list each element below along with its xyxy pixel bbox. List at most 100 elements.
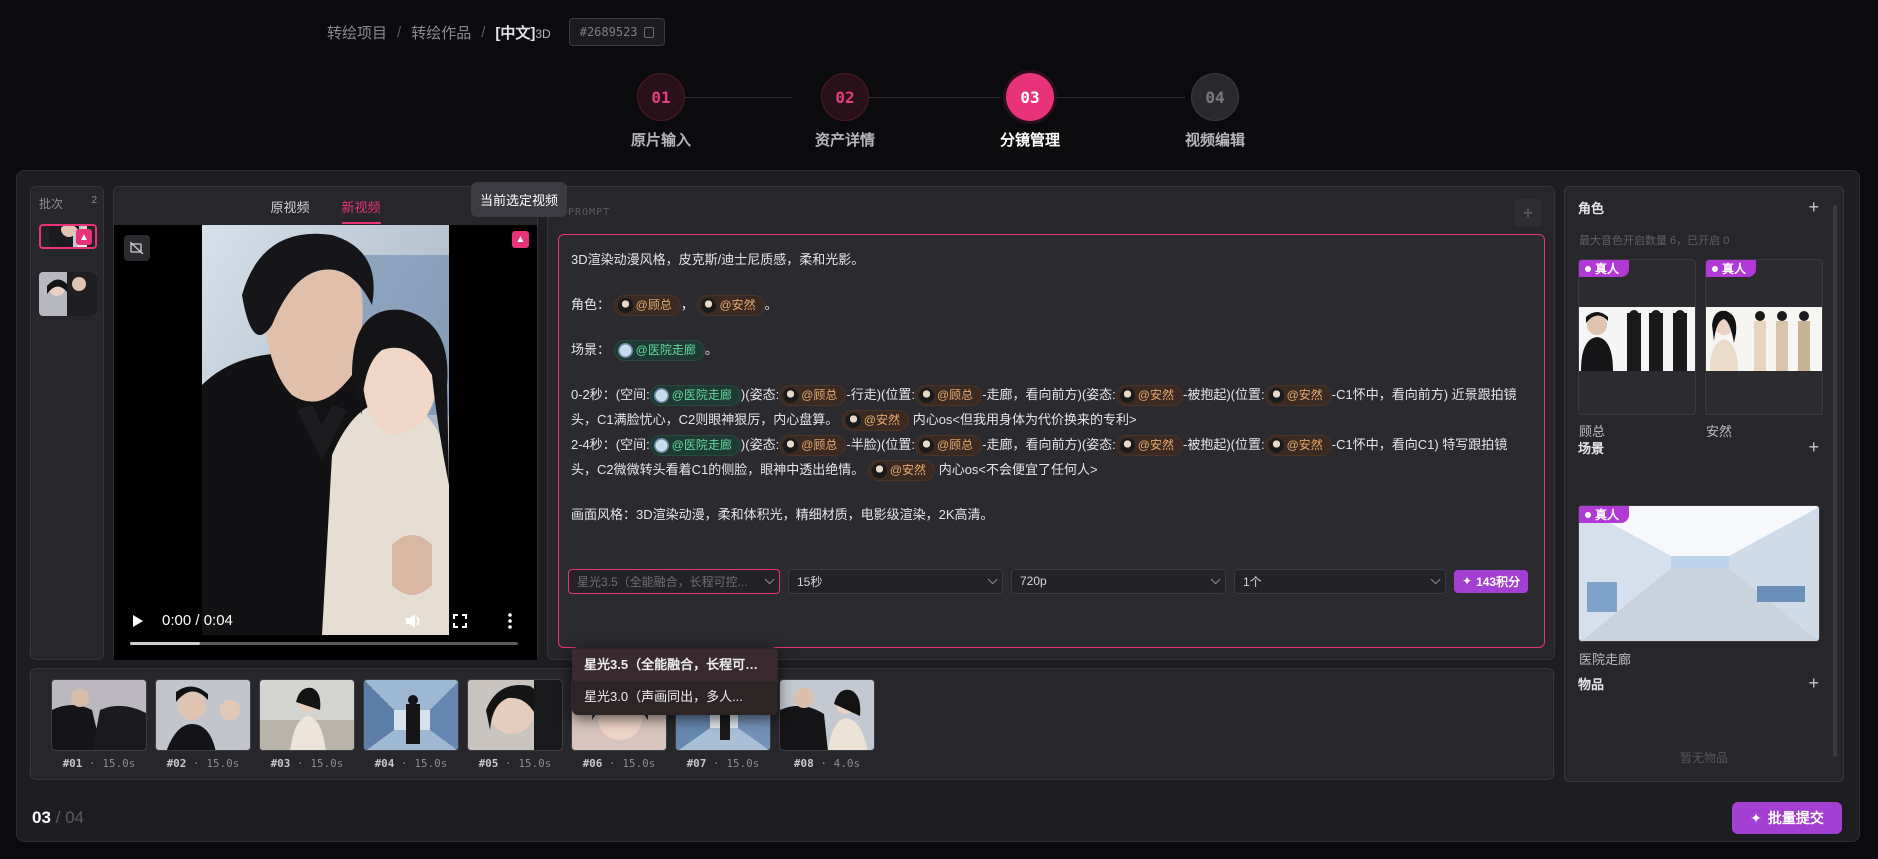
pin-icon[interactable]: ▲ (76, 229, 92, 245)
step-1[interactable]: 01 原片输入 (596, 73, 726, 150)
model-dropdown: 星光3.5（全能融合，长程可控... 星光3.0（声画同出，多人... (572, 647, 778, 715)
role-image (1706, 307, 1822, 371)
prompt-label: PROMPT (568, 207, 611, 218)
add-role-button[interactable]: + (1808, 197, 1819, 218)
prompt-text: 3D渲染动漫风格，皮克斯/迪士尼质感，柔和光影。 角色： @顾总， @安然。 场… (571, 247, 1532, 527)
shot-label: #04 · 15.0s (374, 757, 448, 770)
magic-wand-icon: ✦ (1462, 574, 1473, 588)
real-person-badge: 真人 (1706, 260, 1757, 277)
character-chip[interactable]: @顾总 (779, 435, 847, 457)
step-2[interactable]: 02 资产详情 (780, 73, 910, 150)
real-person-badge: 真人 (1579, 260, 1630, 277)
character-chip[interactable]: @顾总 (779, 385, 847, 407)
scene-chip[interactable]: @医院走廊 (613, 340, 705, 362)
copy-icon[interactable] (643, 26, 654, 38)
batch-label: 批次 (39, 197, 64, 211)
prompt-line-scene: 场景： @医院走廊。 (571, 337, 1532, 362)
character-chip[interactable]: @安然 (867, 460, 936, 482)
scene-card-hospital[interactable]: 真人 (1578, 505, 1820, 642)
shot-thumb-5[interactable] (467, 679, 563, 751)
step-label: 视频编辑 (1184, 132, 1245, 149)
step-number: 03 (1006, 73, 1054, 121)
video-player[interactable]: ▲ 0:00 / 0:04 (114, 225, 537, 660)
prompt-line-style: 3D渲染动漫风格，皮克斯/迪士尼质感，柔和光影。 (571, 252, 865, 267)
character-chip[interactable]: @安然 (1115, 385, 1183, 407)
scrollbar[interactable] (1833, 205, 1837, 757)
character-chip[interactable]: @安然 (1115, 435, 1183, 457)
role-card-an[interactable]: 真人 (1705, 259, 1823, 415)
role-card-gu[interactable]: 真人 (1578, 259, 1696, 415)
shot-thumb-4[interactable] (363, 679, 459, 751)
character-chip[interactable]: @安然 (841, 410, 910, 432)
tab-original-video[interactable]: 原视频 (270, 197, 309, 224)
shot-thumb-2[interactable] (155, 679, 251, 751)
step-3[interactable]: 03 分镜管理 (965, 73, 1095, 150)
shot-label: #05 · 15.0s (478, 757, 552, 770)
count-select[interactable]: 1个 (1234, 568, 1446, 594)
scene-chip[interactable]: @医院走廊 (649, 435, 741, 457)
shot-label: #07 · 15.0s (686, 757, 760, 770)
prompt-panel: PROMPT + 3D渲染动漫风格，皮克斯/迪士尼质感，柔和光影。 角色： @顾… (547, 186, 1555, 660)
add-item-button[interactable]: + (1808, 673, 1819, 694)
model-select[interactable]: 星光3.5（全能融合，长程可控... (568, 568, 780, 594)
breadcrumb-current: [中文]3D (495, 24, 551, 42)
add-scene-button[interactable]: + (1808, 437, 1819, 458)
generation-toolbar: 星光3.5（全能融合，长程可控... 15秒 720p 1个 ✦ 143积分 (558, 562, 1545, 600)
breadcrumb-separator: / (397, 23, 402, 41)
more-options-icon[interactable] (508, 613, 512, 629)
character-chip[interactable]: @安然 (1264, 435, 1332, 457)
avatar (617, 343, 633, 359)
shot-thumb-8[interactable] (779, 679, 875, 751)
scene-image (1579, 506, 1819, 641)
step-4[interactable]: 04 视频编辑 (1150, 73, 1280, 150)
camera-off-icon[interactable] (124, 235, 150, 261)
character-chip[interactable]: @安然 (697, 295, 765, 317)
play-icon[interactable] (132, 614, 144, 628)
batch-count: 2 (91, 195, 97, 206)
video-progress-bar[interactable] (130, 642, 518, 645)
breadcrumb-link-works[interactable]: 转绘作品 (411, 22, 471, 43)
video-panel: 原视频 新视频 ▲ 0:00 / 0:04 (113, 186, 538, 660)
chevron-down-icon (1210, 573, 1221, 584)
character-chip[interactable]: @顾总 (613, 295, 681, 317)
chevron-down-icon (1430, 573, 1441, 584)
step-number: 04 (1191, 73, 1239, 121)
batch-panel: 批次 2 ▲ (30, 186, 104, 660)
chevron-down-icon (764, 573, 775, 584)
pin-icon[interactable]: ▲ (512, 231, 529, 248)
selected-video-tooltip: 当前选定视频 (471, 182, 568, 217)
batch-submit-button[interactable]: ✦ 批量提交 (1732, 802, 1842, 834)
shot-thumb-3[interactable] (259, 679, 355, 751)
tab-new-video[interactable]: 新视频 (341, 197, 381, 224)
generate-credits-button[interactable]: ✦ 143积分 (1454, 569, 1529, 593)
shot-label: #02 · 15.0s (166, 757, 240, 770)
batch-thumb-2[interactable] (39, 272, 97, 316)
fullscreen-icon[interactable] (453, 614, 467, 628)
page-indicator: 03 / 04 (32, 808, 85, 827)
scene-name: 医院走廊 (1579, 652, 1632, 667)
shot-filmstrip: #01 · 15.0s #02 · 15.0s #03 · 15.0s #04 … (30, 668, 1554, 780)
model-option[interactable]: 星光3.0（声画同出，多人... (572, 681, 778, 713)
video-time: 0:00 / 0:04 (162, 612, 233, 629)
project-id-tag[interactable]: #2689523 (568, 18, 665, 46)
resolution-select[interactable]: 720p (1011, 568, 1226, 594)
avatar (701, 298, 717, 314)
model-option[interactable]: 星光3.5（全能融合，长程可控... (572, 649, 778, 681)
batch-thumb-image (39, 272, 97, 316)
character-chip[interactable]: @顾总 (915, 385, 983, 407)
character-chip[interactable]: @顾总 (915, 435, 983, 457)
add-icon[interactable]: + (1514, 199, 1542, 227)
batch-thumb-1[interactable]: ▲ (39, 224, 97, 249)
duration-select[interactable]: 15秒 (788, 568, 1003, 594)
breadcrumb-link-projects[interactable]: 转绘项目 (327, 22, 387, 43)
video-frame (202, 225, 449, 635)
volume-icon[interactable] (405, 613, 422, 629)
step-label: 分镜管理 (999, 132, 1060, 149)
prompt-line-roles: 角色： @顾总， @安然。 (571, 292, 1532, 317)
shot-label: #01 · 15.0s (62, 757, 136, 770)
shot-label: #03 · 15.0s (270, 757, 344, 770)
shot-thumb-1[interactable] (51, 679, 147, 751)
scene-chip[interactable]: @医院走廊 (649, 385, 741, 407)
breadcrumb: 转绘项目 / 转绘作品 / [中文]3D #2689523 (327, 18, 665, 46)
character-chip[interactable]: @安然 (1264, 385, 1332, 407)
